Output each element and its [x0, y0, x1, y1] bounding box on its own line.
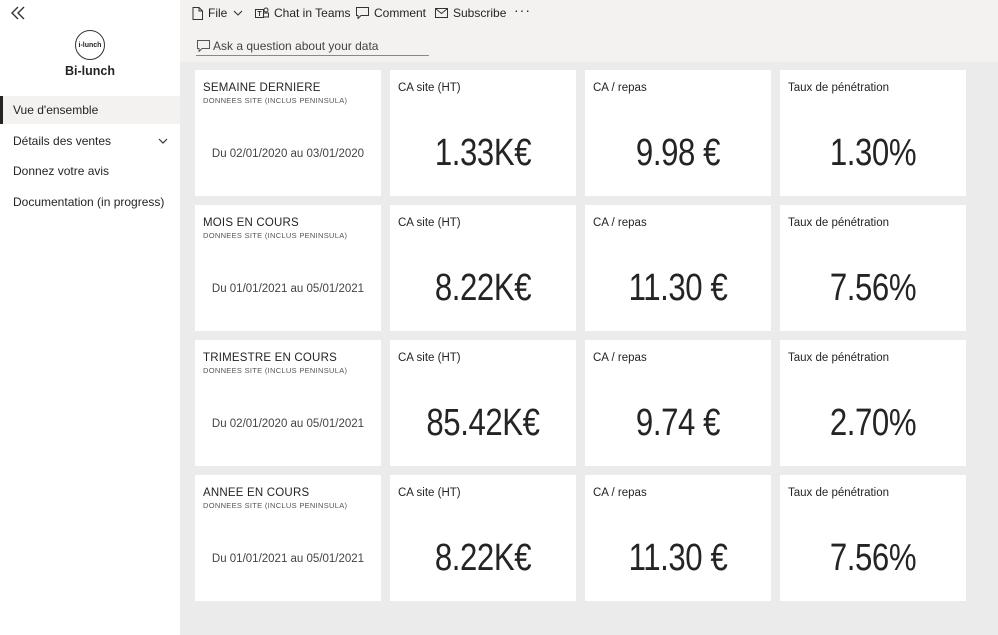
kpi-label: Taux de pénétration	[788, 487, 890, 499]
kpi-value: 11.30 €	[628, 537, 728, 579]
nav-item-documentation[interactable]: Documentation (in progress)	[0, 188, 180, 216]
qna-placeholder: Ask a question about your data	[213, 38, 379, 53]
kpi-card-ca-repas[interactable]: CA / repas 9.74 €	[585, 340, 771, 466]
kpi-card-ca-site[interactable]: CA site (HT) 1.33K€	[390, 70, 576, 196]
period-subtitle: DONNEES SITE (INCLUS PENINSULA)	[203, 231, 348, 240]
kpi-value: 11.30 €	[628, 267, 728, 309]
period-title: SEMAINE DERNIERE	[203, 82, 321, 94]
period-card[interactable]: SEMAINE DERNIERE DONNEES SITE (INCLUS PE…	[195, 70, 381, 196]
kpi-card-ca-repas[interactable]: CA / repas 9.98 €	[585, 70, 771, 196]
period-range: Du 01/01/2021 au 05/01/2021	[211, 553, 365, 565]
kpi-value: 85.42K€	[426, 402, 540, 444]
subscribe-label: Subscribe	[453, 6, 507, 20]
chevron-down-icon	[233, 10, 243, 16]
kpi-label: CA / repas	[593, 82, 647, 94]
brand-logo-text: i-lunch	[78, 41, 102, 49]
kpi-card-taux-penetration[interactable]: Taux de pénétration 1.30%	[780, 70, 966, 196]
qna-input[interactable]: Ask a question about your data	[196, 36, 429, 56]
period-range: Du 02/01/2020 au 03/01/2020	[211, 148, 365, 160]
kpi-value: 8.22K€	[434, 267, 532, 309]
kpi-label: CA site (HT)	[398, 352, 461, 364]
kpi-card-taux-penetration[interactable]: Taux de pénétration 7.56%	[780, 475, 966, 601]
nav-item-label: Donnez votre avis	[13, 164, 110, 178]
nav-item-details-ventes[interactable]: Détails des ventes	[0, 127, 180, 155]
comment-icon	[356, 7, 369, 19]
kpi-value: 1.30%	[829, 132, 917, 174]
nav-item-label: Vue d'ensemble	[13, 103, 99, 117]
file-icon	[192, 6, 203, 20]
report-canvas: SEMAINE DERNIERE DONNEES SITE (INCLUS PE…	[180, 62, 998, 635]
kpi-label: CA / repas	[593, 352, 647, 364]
kpi-value: 2.70%	[829, 402, 917, 444]
kpi-label: CA site (HT)	[398, 82, 461, 94]
collapse-nav-button[interactable]	[9, 4, 29, 22]
period-subtitle: DONNEES SITE (INCLUS PENINSULA)	[203, 96, 348, 105]
kpi-card-taux-penetration[interactable]: Taux de pénétration 2.70%	[780, 340, 966, 466]
period-range: Du 01/01/2021 au 05/01/2021	[211, 283, 365, 295]
kpi-card-ca-repas[interactable]: CA / repas 11.30 €	[585, 205, 771, 331]
kpi-value: 1.33K€	[434, 132, 532, 174]
kpi-card-ca-site[interactable]: CA site (HT) 85.42K€	[390, 340, 576, 466]
kpi-label: Taux de pénétration	[788, 82, 890, 94]
kpi-value: 9.74 €	[635, 402, 721, 444]
more-options-button[interactable]: ···	[514, 2, 531, 18]
double-chevron-left-icon	[11, 6, 25, 20]
brand-name: Bi-lunch	[65, 64, 115, 78]
teams-icon: T	[255, 7, 269, 18]
subscribe-button[interactable]: Subscribe	[435, 5, 506, 21]
nav-item-label: Détails des ventes	[13, 134, 112, 148]
comment-button[interactable]: Comment	[356, 5, 426, 21]
period-card[interactable]: MOIS EN COURS DONNEES SITE (INCLUS PENIN…	[195, 205, 381, 331]
kpi-label: CA site (HT)	[398, 217, 461, 229]
kpi-value: 8.22K€	[434, 537, 532, 579]
sidebar: i-lunch Bi-lunch Vue d'ensemble Détails …	[0, 0, 180, 635]
chat-in-teams-button[interactable]: T Chat in Teams	[255, 5, 350, 21]
comment-icon	[197, 39, 210, 52]
nav-item-donnez-avis[interactable]: Donnez votre avis	[0, 157, 180, 185]
nav-item-label: Documentation (in progress)	[13, 195, 165, 209]
period-card[interactable]: ANNEE EN COURS DONNEES SITE (INCLUS PENI…	[195, 475, 381, 601]
file-menu-label: File	[208, 6, 228, 20]
period-subtitle: DONNEES SITE (INCLUS PENINSULA)	[203, 366, 348, 375]
period-subtitle: DONNEES SITE (INCLUS PENINSULA)	[203, 501, 348, 510]
kpi-card-ca-repas[interactable]: CA / repas 11.30 €	[585, 475, 771, 601]
chevron-down-icon[interactable]	[158, 136, 168, 146]
kpi-value: 7.56%	[829, 267, 917, 309]
mail-icon	[435, 8, 448, 18]
kpi-label: CA / repas	[593, 487, 647, 499]
kpi-card-taux-penetration[interactable]: Taux de pénétration 7.56%	[780, 205, 966, 331]
toolbar: File T Chat in Teams Comment Subscribe ·…	[180, 0, 998, 26]
period-card[interactable]: TRIMESTRE EN COURS DONNEES SITE (INCLUS …	[195, 340, 381, 466]
kpi-value: 9.98 €	[635, 132, 721, 174]
kpi-label: CA / repas	[593, 217, 647, 229]
period-title: ANNEE EN COURS	[203, 487, 310, 499]
file-menu-button[interactable]: File	[192, 5, 248, 21]
period-title: MOIS EN COURS	[203, 217, 299, 229]
kpi-label: Taux de pénétration	[788, 352, 890, 364]
period-range: Du 02/01/2020 au 05/01/2021	[211, 418, 365, 430]
period-title: TRIMESTRE EN COURS	[203, 352, 337, 364]
kpi-label: Taux de pénétration	[788, 217, 890, 229]
kpi-label: CA site (HT)	[398, 487, 461, 499]
kpi-card-ca-site[interactable]: CA site (HT) 8.22K€	[390, 205, 576, 331]
nav-item-vue-ensemble[interactable]: Vue d'ensemble	[0, 96, 180, 124]
kpi-card-ca-site[interactable]: CA site (HT) 8.22K€	[390, 475, 576, 601]
brand-logo: i-lunch	[75, 30, 105, 60]
svg-text:T: T	[257, 11, 262, 18]
chat-in-teams-label: Chat in Teams	[274, 6, 351, 20]
kpi-value: 7.56%	[829, 537, 917, 579]
comment-label: Comment	[374, 6, 427, 20]
